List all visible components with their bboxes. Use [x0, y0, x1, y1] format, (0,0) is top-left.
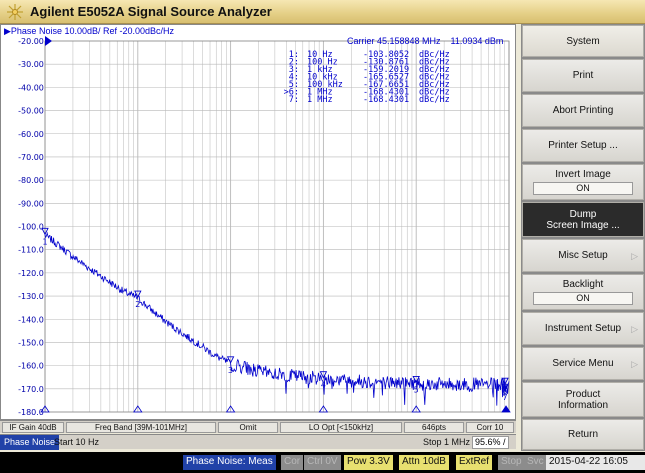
y-tick-label: -70.00	[18, 153, 44, 162]
y-tick-label: -180.0	[18, 408, 44, 417]
dump-screen-image-button[interactable]: Dump Screen Image ...	[522, 202, 644, 237]
marker-label-4: 4	[321, 381, 326, 390]
service-menu-label: Service Menu	[552, 358, 614, 369]
start-frequency: Start 10 Hz	[54, 437, 100, 447]
y-tick-label: -90.00	[18, 199, 44, 208]
printer-setup-button[interactable]: Printer Setup ...	[522, 129, 644, 162]
carrier-frequency: Carrier 45.158848 MHz	[347, 36, 441, 46]
y-tick-label: -170.0	[18, 385, 44, 394]
trace-title[interactable]: ▶Phase Noise 10.00dB/ Ref -20.00dBc/Hz	[4, 26, 174, 37]
marker-readout-label: 7:	[289, 95, 299, 105]
system-label: System	[566, 35, 600, 47]
measure-status: Phase Noise: Meas	[183, 455, 276, 470]
attn-status: Attn 10dB	[399, 455, 449, 470]
return-button[interactable]: Return	[522, 419, 644, 450]
y-tick-label: -130.0	[18, 292, 44, 301]
chevron-right-icon: ▷	[631, 323, 638, 334]
chart-plot: -20.00 -30.00 -40.00 -50.00 -60.00 -70.00 -80.…	[18, 36, 511, 417]
y-tick-label: -60.00	[18, 130, 44, 139]
y-tick-label: -20.00	[18, 37, 44, 46]
product-label-2: Information	[557, 399, 609, 411]
abort-printing-button[interactable]: Abort Printing	[522, 94, 644, 127]
analyzer-window: Agilent E5052A Signal Source Analyzer -2…	[0, 0, 645, 473]
date-time: 2015-04-22 16:05	[546, 455, 645, 470]
marker-label-1: 1	[42, 237, 47, 246]
marker-label-2: 2	[135, 300, 140, 309]
system-menu-title: System	[522, 25, 644, 57]
points-status: 646pts	[404, 422, 464, 433]
y-tick-label: -80.00	[18, 176, 44, 185]
y-tick-label: -150.0	[18, 338, 44, 347]
softkey-menu: System Print Abort Printing Printer Setu…	[521, 24, 645, 451]
printer-setup-label: Printer Setup ...	[548, 140, 618, 151]
dump-label: Dump	[569, 208, 597, 220]
chevron-right-icon: ▷	[631, 358, 638, 369]
backlight-label: Backlight	[562, 279, 604, 290]
carrier-power: 11.0934 dBm	[450, 36, 504, 46]
measurement-status-row: IF Gain 40dB Freq Band [39M-101MHz] Omit…	[0, 420, 516, 433]
sweep-slash: /	[503, 437, 506, 447]
y-tick-label: -30.00	[18, 60, 44, 69]
marker-readout-freq: 1 MHz	[307, 95, 333, 105]
svc-status: Svc	[524, 455, 547, 470]
return-label: Return	[567, 429, 598, 440]
y-tick-label: -40.00	[18, 83, 44, 92]
reference-level-icon	[45, 36, 52, 46]
instrument-setup-button[interactable]: Instrument Setup ▷	[522, 312, 644, 345]
if-gain-status: IF Gain 40dB	[2, 422, 64, 433]
sweep-status-row: Phase Noise Start 10 Hz Stop 1 MHz 95.6%…	[0, 434, 516, 450]
stop-status: Stop	[498, 455, 525, 470]
ctrl-status: Ctrl 0V	[304, 455, 341, 470]
dump-label-2: Screen Image ...	[546, 219, 620, 231]
sweep-progress: 95.6% /	[472, 436, 509, 449]
abort-printing-label: Abort Printing	[552, 105, 614, 116]
y-tick-label: -50.00	[18, 107, 44, 116]
omit-status: Omit	[218, 422, 278, 433]
y-tick-label: -100.0	[18, 223, 44, 232]
y-tick-label: -120.0	[18, 269, 44, 278]
instrument-setup-label: Instrument Setup	[544, 323, 622, 334]
product-label: Product	[565, 388, 601, 400]
lo-opt-status: LO Opt [<150kHz]	[280, 422, 402, 433]
pow-status: Pow 3.3V	[344, 455, 393, 470]
invert-image-value: ON	[533, 182, 633, 195]
freq-band-status: Freq Band [39M-101MHz]	[66, 422, 216, 433]
y-tick-label: -160.0	[18, 362, 44, 371]
marker-label-5: 5	[414, 385, 419, 394]
marker-label-3: 3	[228, 366, 233, 375]
print-button[interactable]: Print	[522, 59, 644, 92]
carrier-readout: Carrier 45.158848 MHz 11.0934 dBm	[347, 36, 513, 46]
cor-status: Cor	[281, 455, 304, 470]
window-title: Agilent E5052A Signal Source Analyzer	[30, 4, 272, 19]
misc-setup-button[interactable]: Misc Setup ▷	[522, 239, 644, 272]
invert-image-label: Invert Image	[555, 169, 611, 180]
phase-noise-chart[interactable]: -20.00 -30.00 -40.00 -50.00 -60.00 -70.00 -80.…	[0, 24, 516, 420]
title-bar: Agilent E5052A Signal Source Analyzer	[0, 0, 645, 24]
chevron-right-icon: ▷	[631, 250, 638, 261]
print-label: Print	[572, 70, 594, 81]
instrument-status-bar: Phase Noise: Meas Cor Ctrl 0V Pow 3.3V A…	[0, 452, 645, 473]
marker-readout-value: -168.4301	[363, 95, 409, 105]
marker-label-7: 7	[502, 393, 507, 402]
stop-frequency: Stop 1 MHz	[423, 437, 471, 447]
corr-status: Corr 10	[466, 422, 514, 433]
backlight-value: ON	[533, 292, 633, 305]
agilent-spark-icon	[7, 4, 23, 20]
product-information-button[interactable]: Product Information	[522, 382, 644, 417]
service-menu-button[interactable]: Service Menu ▷	[522, 347, 644, 380]
extref-status: ExtRef	[456, 455, 493, 470]
marker-readout-unit: dBc/Hz	[419, 95, 450, 105]
measurement-mode-label: Phase Noise	[0, 435, 60, 450]
misc-setup-label: Misc Setup	[558, 250, 608, 261]
invert-image-button[interactable]: Invert Image ON	[522, 164, 644, 200]
y-tick-label: -140.0	[18, 315, 44, 324]
y-tick-label: -110.0	[18, 246, 44, 255]
backlight-button[interactable]: Backlight ON	[522, 274, 644, 310]
sweep-percent: 95.6%	[475, 437, 501, 447]
